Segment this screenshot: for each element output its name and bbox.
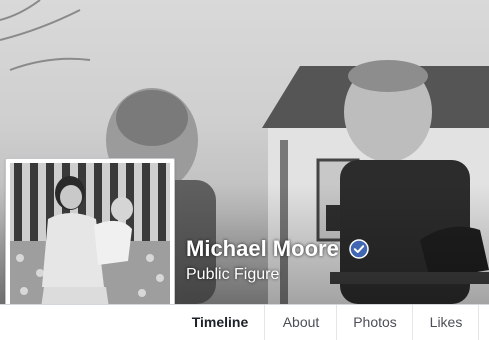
verified-badge-icon [349, 239, 370, 259]
page-name[interactable]: Michael Moore [186, 236, 339, 262]
page-header: Michael Moore Public Figure [186, 236, 370, 284]
tab-about[interactable]: About [264, 305, 337, 340]
page-tab-bar: Timeline About Photos Likes [0, 304, 489, 340]
tab-photos[interactable]: Photos [336, 305, 413, 340]
tab-likes[interactable]: Likes [412, 305, 479, 340]
page-category: Public Figure [186, 266, 280, 283]
profile-picture[interactable] [5, 158, 175, 328]
tab-more-divider[interactable] [478, 305, 489, 340]
profile-photo-image [10, 163, 170, 323]
tab-timeline[interactable]: Timeline [176, 305, 264, 340]
